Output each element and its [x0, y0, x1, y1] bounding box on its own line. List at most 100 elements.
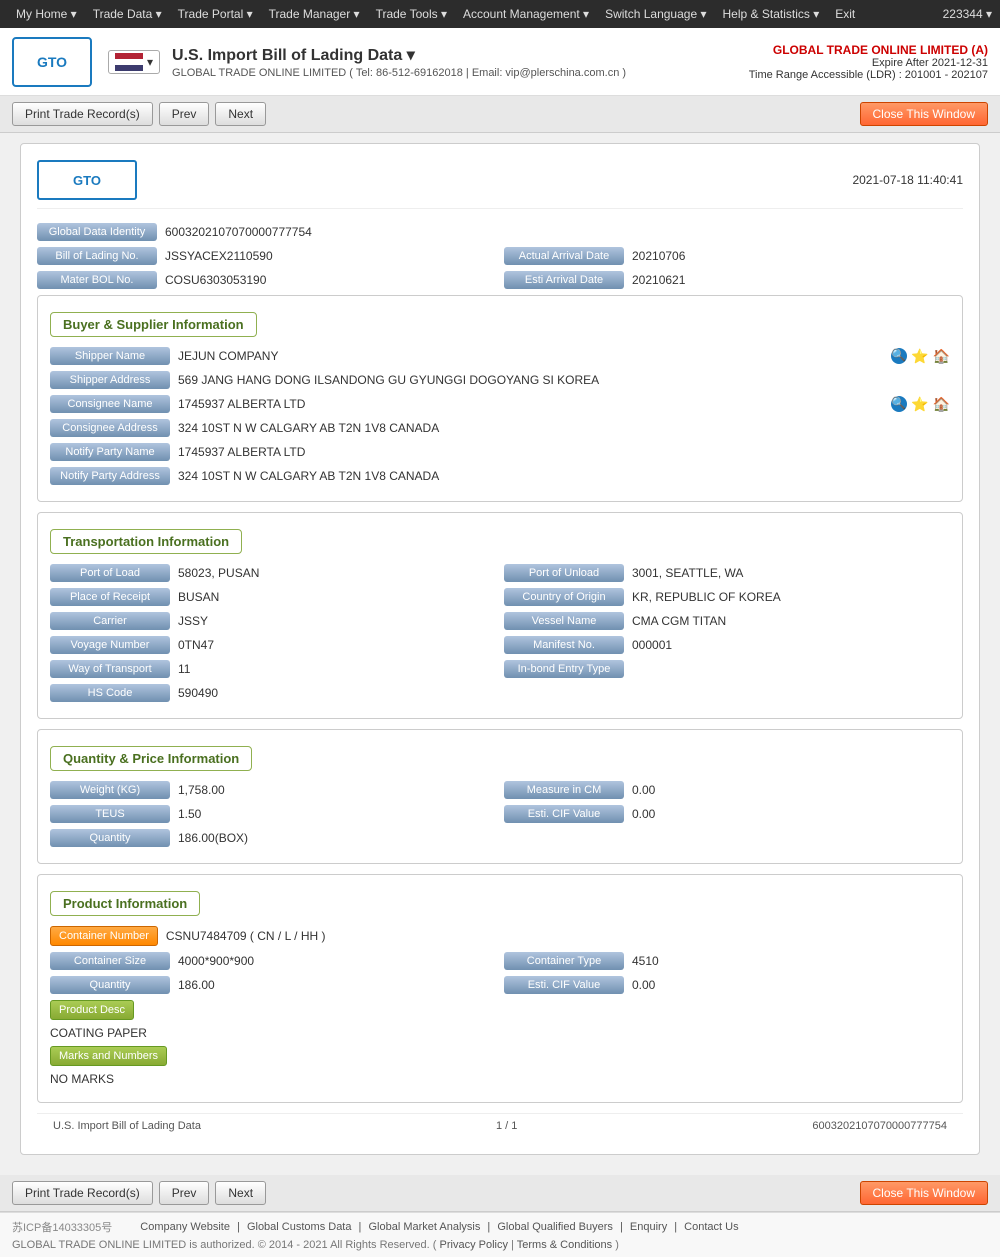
nav-account-management[interactable]: Account Management ▾ — [455, 7, 597, 21]
page-header: GTO ▾ U.S. Import Bill of Lading Data ▾ … — [0, 28, 1000, 96]
footer-privacy-link[interactable]: Privacy Policy — [440, 1239, 508, 1251]
vessel-name-col: Vessel Name CMA CGM TITAN — [504, 612, 950, 630]
container-number-button[interactable]: Container Number — [50, 926, 158, 946]
country-of-origin-col: Country of Origin KR, REPUBLIC OF KOREA — [504, 588, 950, 606]
mater-bol-col: Mater BOL No. COSU6303053190 — [37, 271, 496, 289]
record-card: GTO 2021-07-18 11:40:41 Global Data Iden… — [20, 143, 980, 1155]
shipper-star-icon[interactable]: ⭐ — [911, 348, 928, 365]
hs-code-row: HS Code 590490 — [50, 684, 950, 702]
user-id[interactable]: 223344 ▾ — [943, 7, 992, 21]
weight-kg-label: Weight (KG) — [50, 781, 170, 799]
bottom-toolbar: Print Trade Record(s) Prev Next Close Th… — [0, 1175, 1000, 1212]
header-title-area: U.S. Import Bill of Lading Data ▾ GLOBAL… — [172, 45, 749, 79]
carrier-label: Carrier — [50, 612, 170, 630]
nav-trade-manager[interactable]: Trade Manager ▾ — [261, 7, 368, 21]
notify-party-name-label: Notify Party Name — [50, 443, 170, 461]
product-section: Product Information Container Number CSN… — [37, 874, 963, 1103]
footer-link-contact[interactable]: Contact Us — [684, 1221, 738, 1233]
global-data-identity-label: Global Data Identity — [37, 223, 157, 241]
mater-bol-esti-row: Mater BOL No. COSU6303053190 Esti Arriva… — [37, 271, 963, 289]
footer-link-customs[interactable]: Global Customs Data — [247, 1221, 352, 1233]
in-bond-entry-label: In-bond Entry Type — [504, 660, 624, 678]
prev-button-top[interactable]: Prev — [159, 102, 210, 126]
esti-arrival-col: Esti Arrival Date 20210621 — [504, 271, 963, 289]
nav-help-statistics[interactable]: Help & Statistics ▾ — [715, 7, 828, 21]
next-button-bottom[interactable]: Next — [215, 1181, 266, 1205]
prod-qty-cif-row: Quantity 186.00 Esti. CIF Value 0.00 — [50, 976, 950, 994]
bottom-record-id: 6003202107070000777754 — [812, 1120, 947, 1132]
nav-trade-tools[interactable]: Trade Tools ▾ — [368, 7, 455, 21]
notify-party-name-row: Notify Party Name 1745937 ALBERTA LTD — [50, 443, 950, 461]
flag-dropdown-arrow[interactable]: ▾ — [147, 55, 153, 69]
consignee-home-icon[interactable]: 🏠 — [933, 396, 950, 413]
esti-cif-label: Esti. CIF Value — [504, 805, 624, 823]
port-of-unload-label: Port of Unload — [504, 564, 624, 582]
shipper-name-label: Shipper Name — [50, 347, 170, 365]
footer-terms-link[interactable]: Terms & Conditions — [517, 1239, 612, 1251]
in-bond-entry-col: In-bond Entry Type — [504, 660, 950, 678]
measure-cm-value: 0.00 — [632, 783, 950, 797]
consignee-name-label: Consignee Name — [50, 395, 170, 413]
prod-esti-cif-value: 0.00 — [632, 978, 950, 992]
nav-exit[interactable]: Exit — [827, 7, 863, 21]
ports-row: Port of Load 58023, PUSAN Port of Unload… — [50, 564, 950, 582]
consignee-search-icon[interactable]: 🔍 — [891, 396, 907, 412]
product-desc-value-row: COATING PAPER — [50, 1026, 950, 1040]
transportation-section: Transportation Information Port of Load … — [37, 512, 963, 719]
nav-trade-data[interactable]: Trade Data ▾ — [85, 7, 170, 21]
product-header: Product Information — [50, 891, 200, 916]
nav-my-home[interactable]: My Home ▾ — [8, 7, 85, 21]
consignee-star-icon[interactable]: ⭐ — [911, 396, 928, 413]
flag-selector[interactable]: ▾ — [108, 50, 160, 74]
prev-button-bottom[interactable]: Prev — [159, 1181, 210, 1205]
page-title[interactable]: U.S. Import Bill of Lading Data ▾ — [172, 45, 749, 65]
footer: 苏ICP备14033305号 Company Website | Global … — [0, 1212, 1000, 1257]
nav-switch-language[interactable]: Switch Language ▾ — [597, 7, 714, 21]
product-desc-button[interactable]: Product Desc — [50, 1000, 134, 1020]
notify-party-address-label: Notify Party Address — [50, 467, 170, 485]
footer-link-market[interactable]: Global Market Analysis — [368, 1221, 480, 1233]
close-button-top[interactable]: Close This Window — [860, 102, 988, 126]
marks-numbers-value-row: NO MARKS — [50, 1072, 950, 1086]
consignee-address-label: Consignee Address — [50, 419, 170, 437]
footer-links: Company Website | Global Customs Data | … — [136, 1221, 742, 1233]
port-of-unload-value: 3001, SEATTLE, WA — [632, 566, 950, 580]
marks-numbers-button[interactable]: Marks and Numbers — [50, 1046, 167, 1066]
print-button-top[interactable]: Print Trade Record(s) — [12, 102, 153, 126]
footer-link-company[interactable]: Company Website — [140, 1221, 230, 1233]
close-button-bottom[interactable]: Close This Window — [860, 1181, 988, 1205]
prod-esti-cif-col: Esti. CIF Value 0.00 — [504, 976, 950, 994]
actual-arrival-value: 20210706 — [632, 249, 963, 263]
footer-link-enquiry[interactable]: Enquiry — [630, 1221, 667, 1233]
print-button-bottom[interactable]: Print Trade Record(s) — [12, 1181, 153, 1205]
container-number-row: Container Number CSNU7484709 ( CN / L / … — [50, 926, 950, 946]
mater-bol-label: Mater BOL No. — [37, 271, 157, 289]
next-button-top[interactable]: Next — [215, 102, 266, 126]
consignee-address-value: 324 10ST N W CALGARY AB T2N 1V8 CANADA — [178, 421, 950, 435]
port-of-load-label: Port of Load — [50, 564, 170, 582]
container-type-label: Container Type — [504, 952, 624, 970]
footer-link-qualified[interactable]: Global Qualified Buyers — [497, 1221, 613, 1233]
shipper-search-icon[interactable]: 🔍 — [891, 348, 907, 364]
logo-area: GTO — [12, 37, 92, 87]
footer-bottom: GLOBAL TRADE ONLINE LIMITED is authorize… — [12, 1239, 988, 1251]
container-size-value: 4000*900*900 — [178, 954, 496, 968]
shipper-name-value: JEJUN COMPANY — [178, 349, 883, 363]
bol-col: Bill of Lading No. JSSYACEX2110590 — [37, 247, 496, 265]
prod-quantity-value: 186.00 — [178, 978, 496, 992]
nav-trade-portal[interactable]: Trade Portal ▾ — [170, 7, 261, 21]
shipper-home-icon[interactable]: 🏠 — [933, 348, 950, 365]
manifest-no-value: 000001 — [632, 638, 950, 652]
prod-quantity-col: Quantity 186.00 — [50, 976, 496, 994]
main-content: GTO 2021-07-18 11:40:41 Global Data Iden… — [0, 133, 1000, 1175]
carrier-col: Carrier JSSY — [50, 612, 496, 630]
bottom-record-label: U.S. Import Bill of Lading Data — [53, 1120, 201, 1132]
transport-inbond-row: Way of Transport 11 In-bond Entry Type — [50, 660, 950, 678]
flag-icon — [115, 53, 143, 71]
way-of-transport-label: Way of Transport — [50, 660, 170, 678]
receipt-origin-row: Place of Receipt BUSAN Country of Origin… — [50, 588, 950, 606]
actual-arrival-col: Actual Arrival Date 20210706 — [504, 247, 963, 265]
product-desc-value: COATING PAPER — [50, 1026, 950, 1040]
container-number-value: CSNU7484709 ( CN / L / HH ) — [166, 929, 950, 943]
container-type-col: Container Type 4510 — [504, 952, 950, 970]
